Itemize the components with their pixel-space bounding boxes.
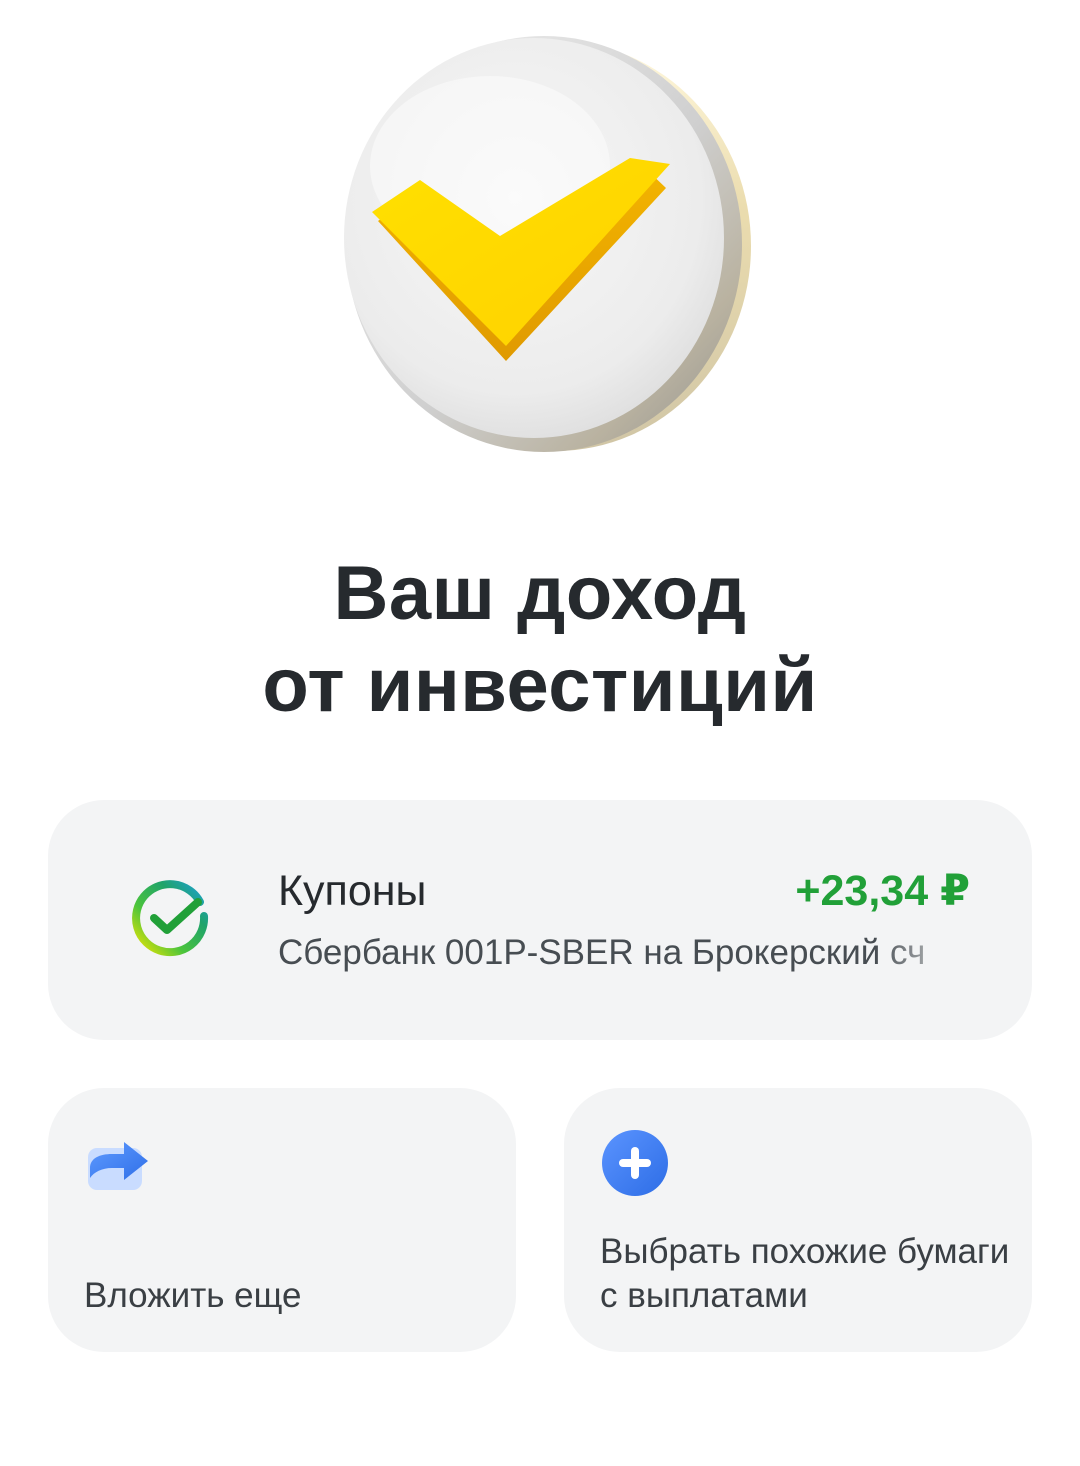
plus-circle-icon <box>602 1130 668 1196</box>
page-title-line1: Ваш доход <box>333 551 747 636</box>
page-title: Ваш доход от инвестиций <box>0 548 1080 732</box>
choose-similar-button[interactable]: Выбрать похожие бумаги с выплатами <box>564 1088 1032 1352</box>
invest-more-button[interactable]: Вложить еще <box>48 1088 516 1352</box>
share-arrow-icon <box>88 1142 148 1190</box>
income-title: Купоны <box>278 867 427 915</box>
choose-similar-label: Выбрать похожие бумаги с выплатами <box>600 1232 1010 1315</box>
success-check-icon <box>344 36 751 452</box>
page-title-line2: от инвестиций <box>262 643 818 728</box>
sber-logo-icon <box>132 880 209 957</box>
income-description: Сбербанк 001P-SBER на Брокерский сч <box>278 933 926 972</box>
income-amount: +23,34 ₽ <box>795 867 970 915</box>
invest-more-label: Вложить еще <box>84 1276 302 1315</box>
